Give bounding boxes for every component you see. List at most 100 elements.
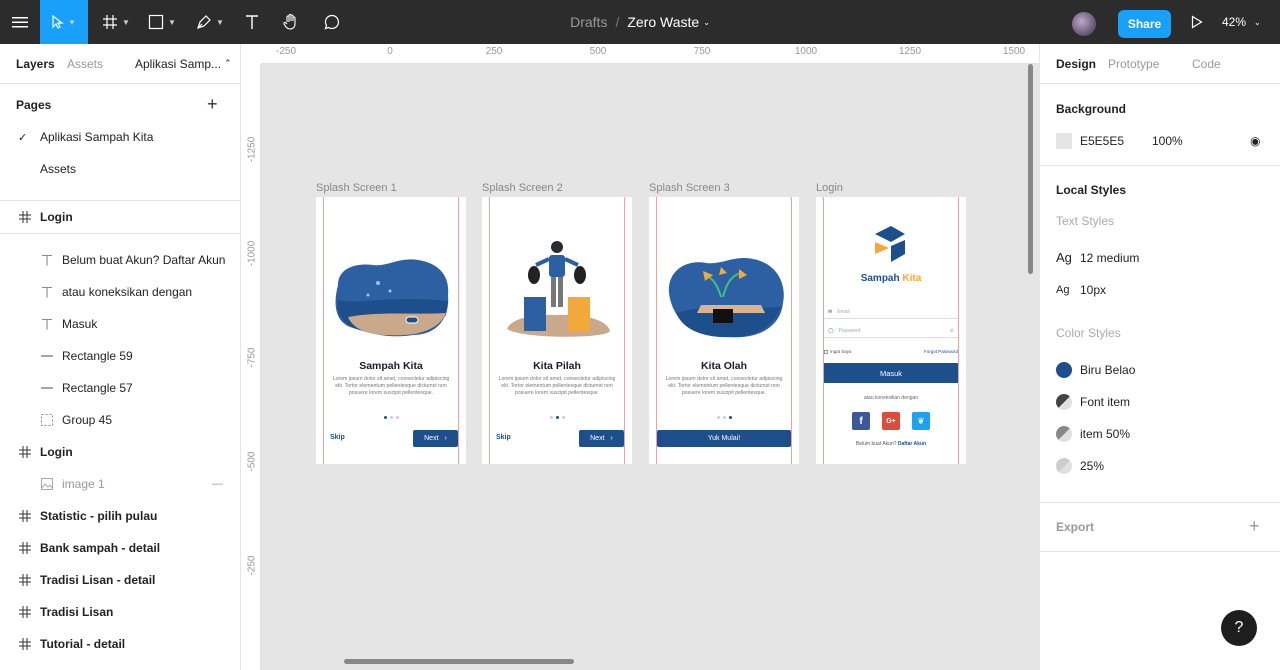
layer-item[interactable]: Masuk xyxy=(0,308,240,340)
tab-prototype[interactable]: Prototype xyxy=(1108,57,1159,71)
tab-design[interactable]: Design xyxy=(1056,57,1096,71)
eye-off-icon[interactable]: ⊘ xyxy=(950,328,954,334)
color-style-item[interactable]: Biru Belao xyxy=(1056,362,1135,378)
facebook-icon[interactable]: f xyxy=(852,412,870,430)
frame-icon xyxy=(18,509,32,523)
background-swatch[interactable] xyxy=(1056,133,1072,149)
login-frame[interactable]: Sampah Kita ✉ Email ◯ Password ⊘ Ingat Say… xyxy=(816,197,966,464)
canvas[interactable]: -250 0 250 500 750 1000 1250 1500 -1250 -1000 -75… xyxy=(241,44,1039,670)
color-style-item[interactable]: item 50% xyxy=(1056,426,1130,442)
zoom-control[interactable]: 42% ⌄ xyxy=(1222,0,1261,44)
start-button[interactable]: Yuk Mulai! xyxy=(657,430,791,447)
tab-code[interactable]: Code xyxy=(1192,57,1221,71)
file-name[interactable]: Zero Waste xyxy=(627,14,699,30)
present-button[interactable] xyxy=(1186,0,1208,44)
eye-hidden-icon[interactable]: — xyxy=(212,478,223,490)
page-item[interactable]: Assets xyxy=(0,153,240,185)
next-button[interactable]: Next › xyxy=(413,430,458,447)
layer-item[interactable]: image 1 — xyxy=(0,468,240,500)
ocean-illustration xyxy=(335,259,449,337)
divider xyxy=(1040,502,1280,503)
frame-label[interactable]: Splash Screen 3 xyxy=(649,182,730,194)
pen-tool-button[interactable]: ▼ xyxy=(190,0,230,44)
tab-layers[interactable]: Layers xyxy=(16,57,55,71)
layer-label: Group 45 xyxy=(62,413,113,427)
frame-icon xyxy=(18,445,32,459)
share-button[interactable]: Share xyxy=(1118,10,1171,38)
add-export-icon[interactable]: + xyxy=(1249,517,1260,535)
email-field[interactable]: ✉ Email xyxy=(824,306,958,319)
layer-item[interactable]: Belum buat Akun? Daftar Akun xyxy=(0,244,240,276)
login-button[interactable]: Masuk xyxy=(824,363,958,383)
background-opacity[interactable]: 100% xyxy=(1152,134,1183,148)
layer-item[interactable]: Tradisi Lisan xyxy=(0,596,240,628)
text-tool-button[interactable] xyxy=(240,0,264,44)
skip-button[interactable]: Skip xyxy=(330,434,345,441)
shape-tool-button[interactable]: ▼ xyxy=(142,0,182,44)
splash-screen-3-frame[interactable]: Kita Olah Lorem ipsum dolor sit amet, co… xyxy=(649,197,799,464)
password-field[interactable]: ◯ Password ⊘ xyxy=(824,325,958,338)
layer-item[interactable]: Login xyxy=(0,201,240,233)
layer-item[interactable]: Rectangle 59 xyxy=(0,340,240,372)
layer-label: Belum buat Akun? Daftar Akun xyxy=(62,253,226,267)
layer-label: Bank sampah - detail xyxy=(40,541,161,555)
eye-icon[interactable]: ◉ xyxy=(1250,134,1260,148)
add-page-icon[interactable]: + xyxy=(207,95,218,113)
main-menu-icon[interactable] xyxy=(6,0,34,44)
page-selector[interactable]: Aplikasi Samp... xyxy=(135,57,221,71)
background-fill-row[interactable]: E5E5E5 100% ◉ xyxy=(1056,133,1266,149)
frame-label[interactable]: Splash Screen 2 xyxy=(482,182,563,194)
layer-item[interactable]: Rectangle 57 xyxy=(0,372,240,404)
layer-item[interactable]: Bank sampah - detail xyxy=(0,532,240,564)
design-panel: Design Prototype Code Background E5E5E5 … xyxy=(1039,44,1280,670)
horizontal-scrollbar[interactable] xyxy=(344,659,574,664)
layer-item[interactable]: atau koneksikan dengan xyxy=(0,276,240,308)
splash-screen-2-frame[interactable]: Kita Pilah Lorem ipsum dolor sit amet, c… xyxy=(482,197,632,464)
color-swatch xyxy=(1056,362,1072,378)
signup-link[interactable]: Daftar Akun xyxy=(898,441,926,447)
frame-tool-button[interactable]: ▼ xyxy=(96,0,136,44)
vertical-scrollbar[interactable] xyxy=(1028,64,1033,274)
layer-item[interactable]: Login xyxy=(0,436,240,468)
layer-label: image 1 xyxy=(62,477,105,491)
help-button[interactable]: ? xyxy=(1221,610,1257,646)
move-tool-button[interactable]: ▼ xyxy=(40,0,88,44)
frame-label[interactable]: Splash Screen 1 xyxy=(316,182,397,194)
chevron-up-icon[interactable]: ⌃ xyxy=(224,58,232,69)
drafts-link[interactable]: Drafts xyxy=(570,14,607,30)
background-heading: Background xyxy=(1056,102,1127,116)
text-style-item[interactable]: Ag 12 medium xyxy=(1056,250,1139,265)
hand-icon xyxy=(283,13,296,30)
tab-assets[interactable]: Assets xyxy=(67,57,103,71)
avatar[interactable] xyxy=(1072,12,1096,36)
layers-panel: Layers Assets Aplikasi Samp... ⌃ Pages +… xyxy=(0,44,241,670)
layout-guide xyxy=(791,197,792,464)
page-item[interactable]: ✓ Aplikasi Sampah Kita xyxy=(0,121,240,153)
color-style-item[interactable]: Font item xyxy=(1056,394,1130,410)
layer-item[interactable]: Group 45 xyxy=(0,404,240,436)
mail-icon: ✉ xyxy=(828,309,833,315)
color-style-name: item 50% xyxy=(1080,427,1131,441)
ruler-tick-label: -1000 xyxy=(246,240,258,267)
skip-button[interactable]: Skip xyxy=(496,434,511,441)
hand-tool-button[interactable] xyxy=(278,0,304,44)
text-icon xyxy=(40,317,54,331)
text-style-item[interactable]: Ag 10px xyxy=(1056,283,1106,297)
next-button[interactable]: Next › xyxy=(579,430,624,447)
layer-item[interactable]: Tutorial - detail xyxy=(0,628,240,660)
chevron-down-icon[interactable]: ⌄ xyxy=(703,18,710,27)
frame-label[interactable]: Login xyxy=(816,182,843,194)
line-icon xyxy=(40,381,54,395)
forgot-password-link[interactable]: Forgot Password xyxy=(924,349,958,354)
splash-screen-1-frame[interactable]: Sampah Kita Lorem ipsum dolor sit amet, … xyxy=(316,197,466,464)
twitter-icon[interactable]: ❦ xyxy=(912,412,930,430)
background-hex[interactable]: E5E5E5 xyxy=(1080,134,1152,148)
remember-checkbox[interactable]: Ingat Saya xyxy=(824,349,852,354)
play-icon xyxy=(1191,15,1203,29)
google-plus-icon[interactable]: G+ xyxy=(882,412,900,430)
color-style-name: Font item xyxy=(1080,395,1131,409)
color-style-item[interactable]: 25% xyxy=(1056,458,1104,474)
comment-tool-button[interactable] xyxy=(320,0,344,44)
layer-item[interactable]: Tradisi Lisan - detail xyxy=(0,564,240,596)
layer-item[interactable]: Statistic - pilih pulau xyxy=(0,500,240,532)
